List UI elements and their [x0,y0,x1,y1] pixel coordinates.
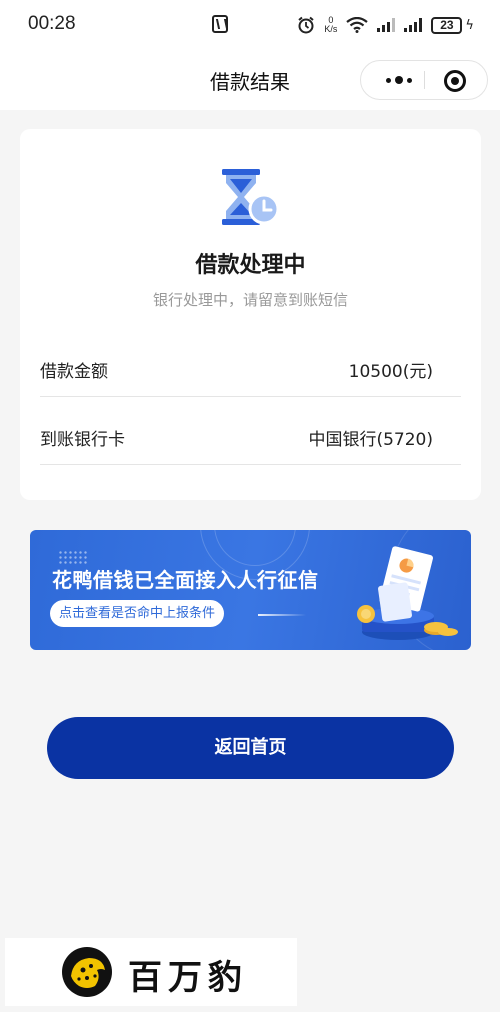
status-time: 00:28 [28,13,76,34]
leopard-logo-icon [62,947,112,997]
detail-row-amount: 借款金额 10500(元) [40,329,461,397]
wifi-icon [346,17,369,33]
banner-line-decoration [258,614,306,616]
result-subtitle: 银行处理中，请留意到账短信 [152,291,348,309]
signal-icon-1 [377,18,396,32]
return-home-button[interactable]: 返回首页 [47,717,454,779]
battery-icon: 23 [431,16,463,34]
banner-dots-decoration [58,550,88,564]
banner-title: 花鸭借钱已全面接入人行征信 [52,568,319,592]
nav-bar: 借款结果 [0,50,500,110]
detail-row-bank-card: 到账银行卡 中国银行(5720) [40,397,461,465]
net-speed-unit: K/s [324,24,338,34]
status-icons: 0 K/s 23 ϟ [297,12,474,38]
result-title: 借款处理中 [195,253,306,278]
hourglass-icon [222,169,280,225]
mini-program-capsule [360,60,488,100]
detail-value: 中国银行(5720) [308,430,433,450]
alarm-icon [298,16,315,34]
charging-icon: ϟ [465,17,474,33]
detail-value: 10500(元) [348,362,433,382]
nfc-icon [212,15,228,33]
capsule-divider [424,71,425,89]
credit-report-banner[interactable]: 花鸭借钱已全面接入人行征信 点击查看是否命中上报条件 [30,530,471,650]
signal-icon-2 [404,18,423,32]
credit-report-illustration [357,546,458,640]
more-options-icon[interactable] [375,61,423,99]
net-speed: 0 K/s [324,16,337,34]
banner-check-button[interactable]: 点击查看是否命中上报条件 [50,600,225,627]
watermark: 百万豹 [5,938,297,1006]
detail-label: 借款金额 [40,362,108,382]
status-bar: 00:28 0 K/s 23 ϟ [0,0,500,50]
close-miniprogram-icon[interactable] [441,67,469,95]
result-card: 借款处理中 银行处理中，请留意到账短信 借款金额 10500(元) 到账银行卡 … [20,129,481,500]
watermark-text: 百万豹 [128,958,248,998]
detail-label: 到账银行卡 [40,430,125,450]
